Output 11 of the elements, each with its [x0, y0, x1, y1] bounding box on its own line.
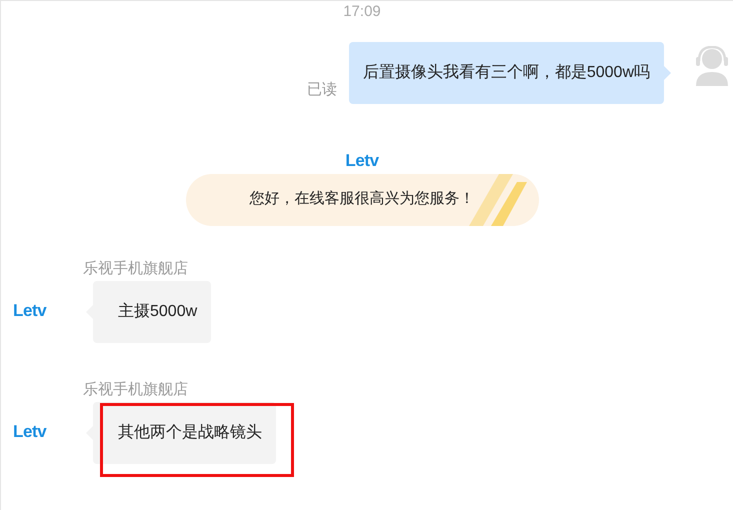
stripes-drawing: [468, 174, 528, 226]
timestamp: 17:09: [343, 2, 381, 22]
user-avatar-icon: [694, 46, 730, 86]
read-status: 已读: [306, 80, 337, 100]
bubble-tail: [664, 66, 671, 80]
letv-logo: Letv: [13, 300, 46, 320]
greeting-text: 您好，在线客服很高兴为您服务！: [250, 189, 474, 210]
letv-logo: Letv: [345, 152, 379, 168]
sender-name: 乐视手机旗舰店: [83, 260, 189, 278]
letv-logo: Letv: [13, 422, 46, 440]
sender-name: 乐视手机旗舰店: [83, 380, 189, 398]
